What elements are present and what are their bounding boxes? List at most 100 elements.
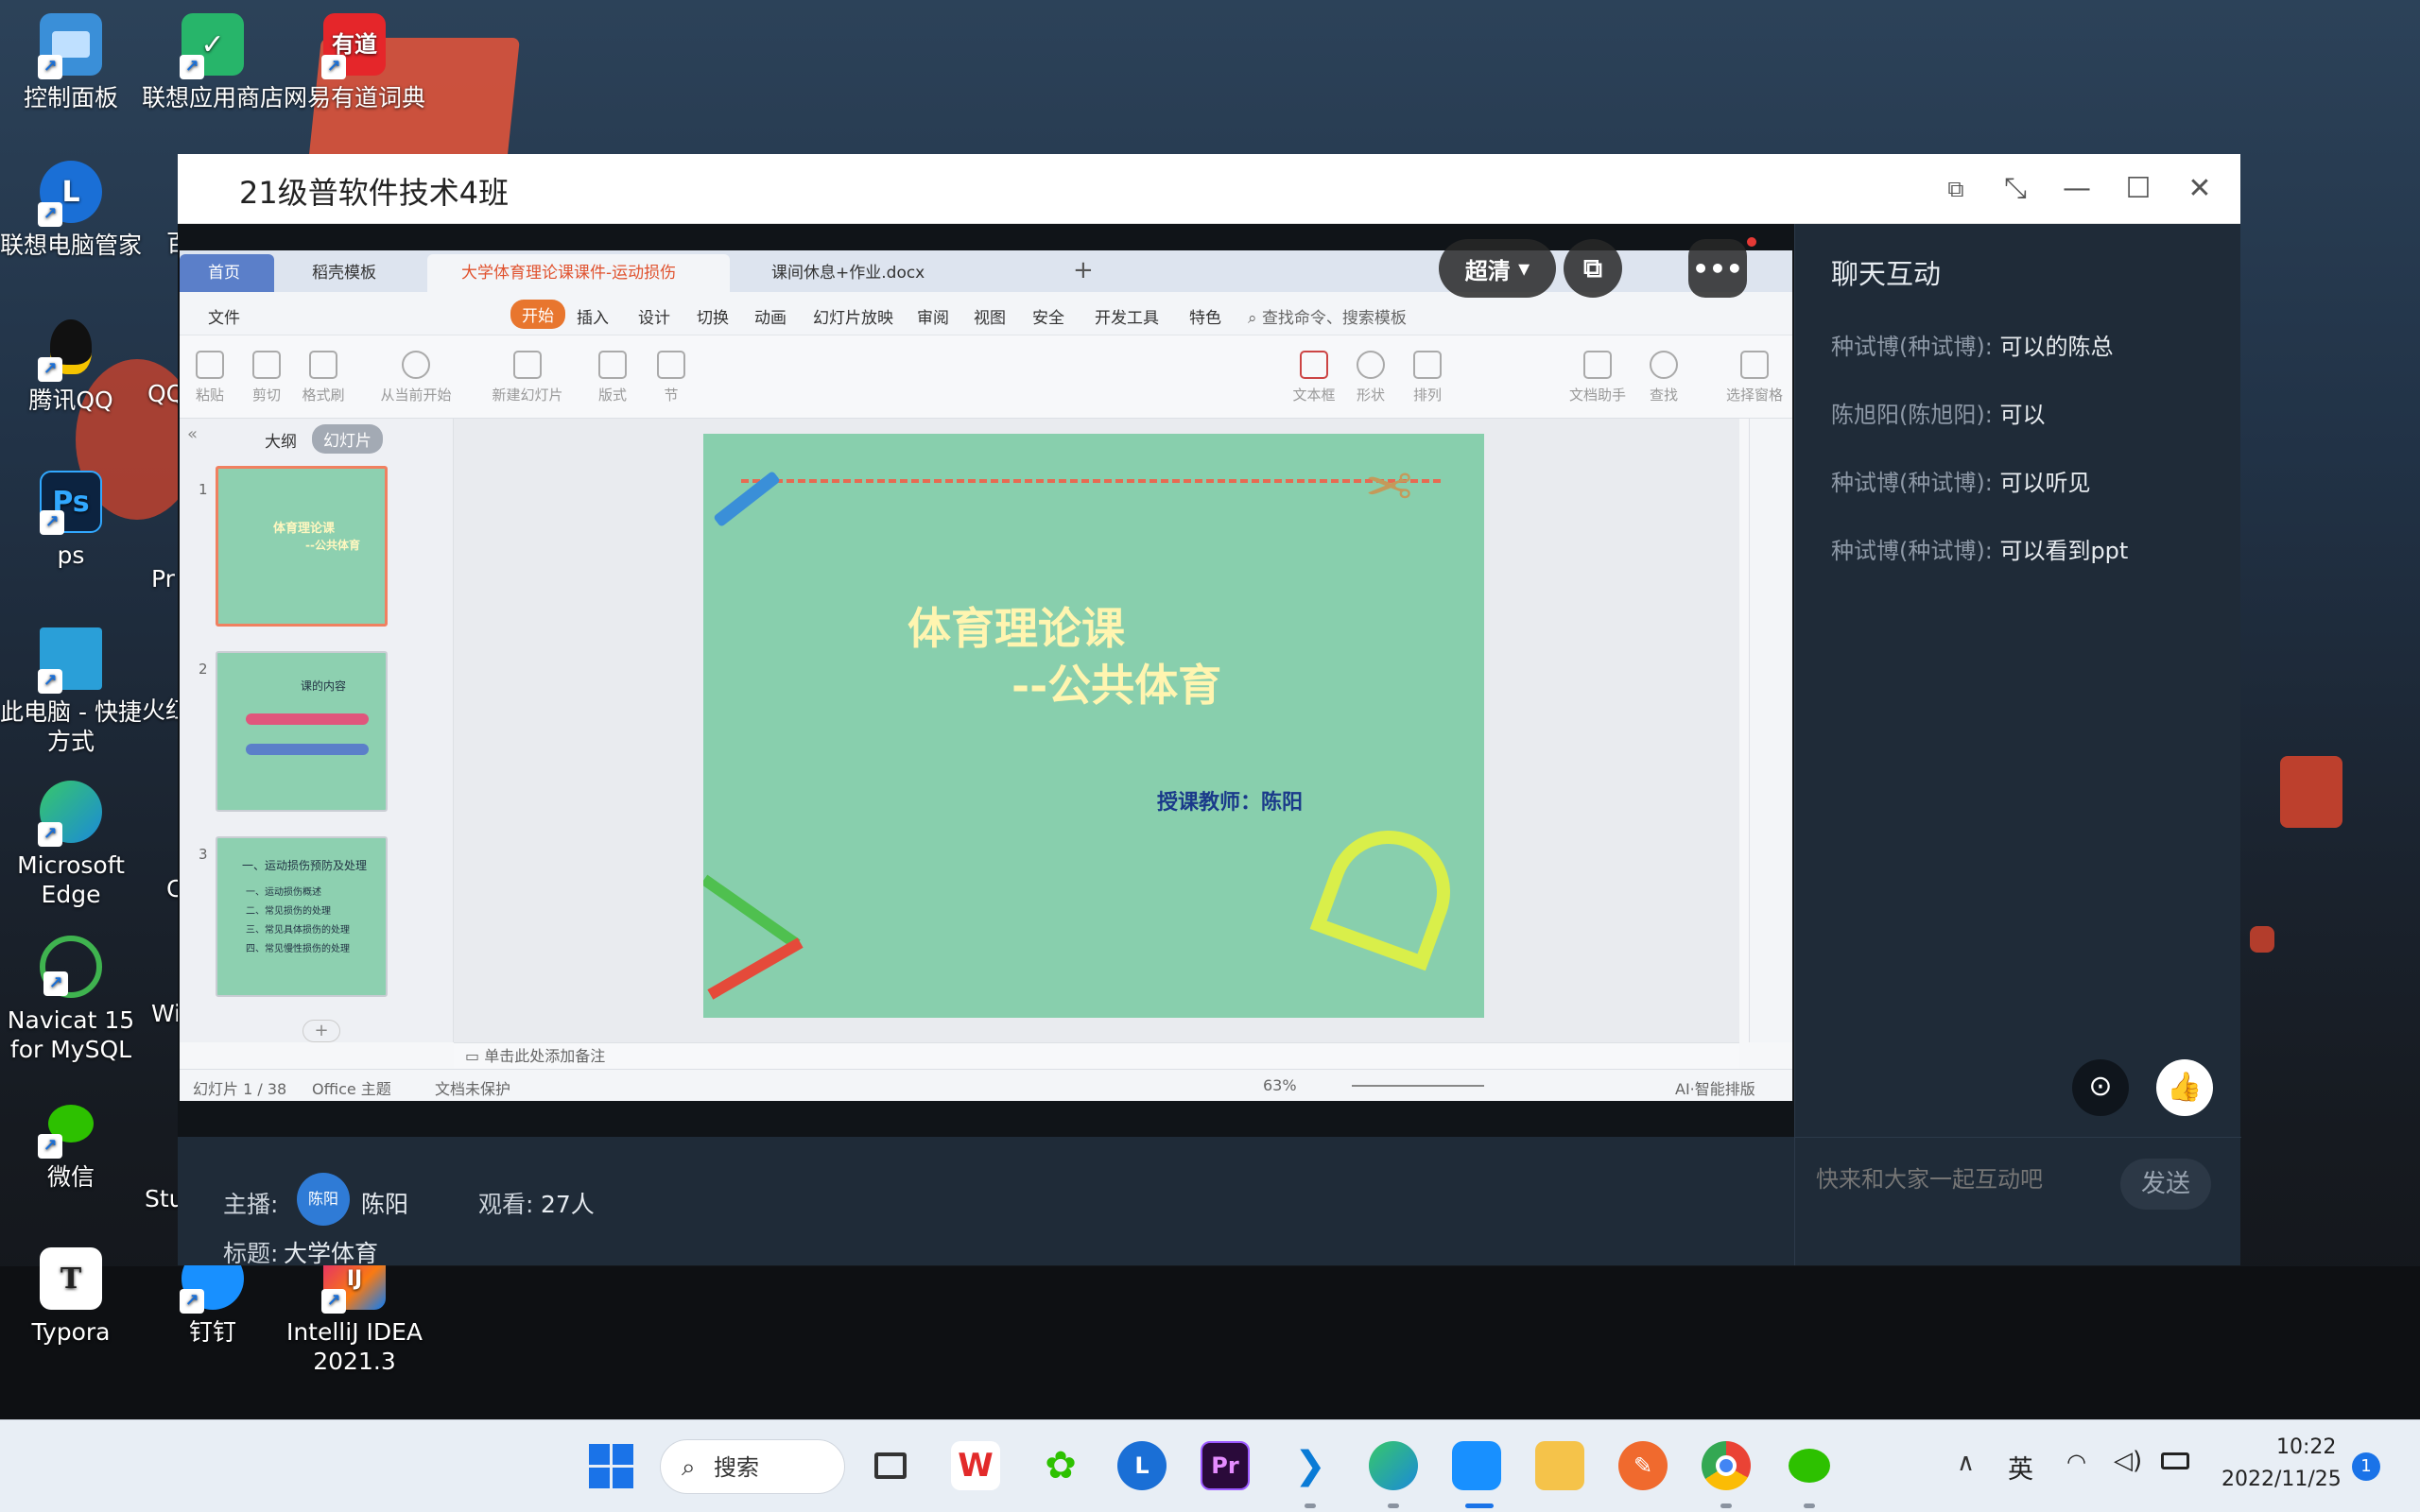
interaction-button[interactable]: ⊙ [2072,1059,2129,1116]
add-slide-button[interactable]: + [302,1020,340,1042]
chat-input[interactable] [1816,1159,2100,1200]
window-titlebar[interactable]: 21级普软件技术4班 ⧉ ⤡ — ☐ ✕ [178,154,2240,224]
ime-indicator[interactable]: 英 [2008,1449,2033,1486]
more-options-button[interactable]: ••• [1688,239,1747,298]
premiere-icon[interactable]: Pr [1201,1441,1250,1490]
ribbon-find[interactable]: 查找 [1635,351,1692,404]
task-view-icon[interactable] [866,1441,915,1490]
desktop-icon-edge[interactable]: ↗ Microsoft Edge [0,781,142,909]
status-ai[interactable]: AI·智能排版 [1675,1076,1755,1099]
ribbon-layout-label: 版式 [597,387,627,404]
wifi-icon[interactable]: ◠ [2066,1449,2086,1475]
tray-chevron-icon[interactable]: ∧ [1957,1449,1975,1477]
wps-tab-doc[interactable]: 课间休息+作业.docx [737,254,1021,292]
wechat-mini-icon[interactable]: ✿ [1036,1441,1085,1490]
file-explorer-icon[interactable] [1535,1441,1584,1490]
ribbon-new-slide-label: 新建幻灯片 [492,387,563,404]
ribbon-doc-assistant[interactable]: 文档助手 [1560,351,1635,404]
desktop-icon-control-panel[interactable]: ↗ 控制面板 [0,13,142,112]
notes-bar[interactable]: ▭ 单击此处添加备注 [454,1042,1739,1069]
popout-icon[interactable]: ⧉ [1938,171,1974,207]
taskbar-search[interactable]: ⌕ 搜索 [660,1439,845,1494]
rotate-screen-button[interactable]: ⧉ [1564,239,1622,298]
ribbon-layout[interactable]: 版式 [584,351,641,404]
desktop-icon-qq[interactable]: ↗ 腾讯QQ [0,316,142,415]
desktop-icon-typora[interactable]: T Typora [0,1247,142,1347]
close-icon[interactable]: ✕ [2182,171,2218,207]
quality-button[interactable]: 超清 ▾ [1439,239,1556,298]
pen-icon[interactable]: ✎ [1618,1441,1668,1490]
menu-start[interactable]: 开始 [510,300,565,329]
ribbon-cut[interactable]: 剪切 [238,351,295,404]
like-button[interactable]: 👍 [2156,1059,2213,1116]
wps-tab-templates[interactable]: 稻壳模板 [278,254,420,292]
ribbon-format-painter[interactable]: 格式刷 [295,351,352,404]
desktop-icon-lenovo-store[interactable]: ✓ ↗ 联想应用商店 [142,13,284,112]
ribbon-shape[interactable]: 形状 [1342,351,1399,404]
add-tab-icon[interactable]: + [1073,256,1094,284]
ribbon-play-current[interactable]: 从当前开始 [369,351,463,404]
menu-review[interactable]: 审阅 [917,304,949,328]
thumb-bar [246,744,369,755]
slide-thumbnail-1[interactable]: 体育理论课 --公共体育 [216,466,388,627]
edge-icon[interactable] [1369,1441,1418,1490]
wps-tab-home[interactable]: 首页 [180,254,274,292]
shrink-icon[interactable]: ⤡ [1997,171,2033,207]
menu-devtools[interactable]: 开发工具 [1095,304,1159,328]
slide-thumbnail-3[interactable]: 一、运动损伤预防及处理 一、运动损伤概述 二、常见损伤的处理 三、常见具体损伤的… [216,836,388,997]
dingtalk-icon[interactable] [1452,1441,1501,1490]
desktop-icon-lenovo-pc-manager[interactable]: L ↗ 联想电脑管家 [0,161,142,260]
ribbon-section[interactable]: 节 [643,351,700,404]
status-protect[interactable]: 文档未保护 [435,1076,510,1099]
menu-view[interactable]: 视图 [974,304,1006,328]
battery-icon[interactable] [2161,1452,2189,1469]
menu-transition[interactable]: 切换 [697,304,729,328]
slide-thumbnail-2[interactable]: 课的内容 [216,651,388,812]
start-icon[interactable] [586,1441,635,1490]
menu-file[interactable]: 文件 [208,304,240,328]
menu-slideshow[interactable]: 幻灯片放映 [813,304,893,328]
wps-icon[interactable]: W [951,1441,1000,1490]
wechat-icon[interactable] [1785,1441,1834,1490]
slide-thumbnail-pane: « 大纲 幻灯片 1 体育理论课 --公共体育 2 课的内容 3 一、运动损伤预… [180,419,454,1042]
collapse-pane-icon[interactable]: « [187,424,198,444]
wps-tab-ppt[interactable]: 大学体育理论课课件-运动损伤 [427,254,730,292]
clock-date[interactable]: 2022/11/25 [2221,1468,2342,1491]
desktop-icon-label: 网易有道词典 [284,84,426,112]
minimize-icon[interactable]: — [2059,171,2095,207]
notification-badge[interactable]: 1 [2352,1452,2380,1481]
pane-tab-outline[interactable]: 大纲 [265,428,297,452]
ribbon-textbox[interactable]: 文本框 [1286,351,1342,404]
chrome-icon[interactable] [1702,1441,1751,1490]
maximize-icon[interactable]: ☐ [2120,171,2156,207]
status-zoom[interactable]: 63% [1263,1076,1297,1094]
menu-security[interactable]: 安全 [1032,304,1064,328]
wps-search[interactable]: ⌕ 查找命令、搜索模板 [1248,304,1407,328]
clock-time[interactable]: 10:22 [2276,1435,2336,1459]
menu-insert[interactable]: 插入 [577,304,609,328]
menu-design[interactable]: 设计 [638,304,670,328]
ribbon-paste[interactable]: 粘贴 [182,351,238,404]
running-indicator [1465,1503,1494,1508]
this-pc-icon: ↗ [38,627,102,694]
desktop-icon-photoshop[interactable]: Ps ↗ ps [0,471,142,570]
ribbon-select-pane[interactable]: 选择窗格 [1720,351,1789,404]
desktop-icon-navicat[interactable]: ↗ Navicat 15 for MySQL [0,936,142,1064]
video-area[interactable]: 首页 稻壳模板 大学体育理论课课件-运动损伤 课间休息+作业.docx + 文件… [178,224,1794,1137]
desktop-icon-wechat[interactable]: ↗ 微信 [0,1092,142,1192]
send-button[interactable]: 发送 [2120,1159,2211,1210]
ribbon-new-slide[interactable]: 新建幻灯片 [480,351,575,404]
ribbon-arrange[interactable]: 排列 [1399,351,1456,404]
menu-animation[interactable]: 动画 [754,304,786,328]
desktop-icon-youdao[interactable]: 有道 ↗ 网易有道词典 [284,13,425,112]
desktop-icon-label-line2: Edge [41,881,101,908]
volume-icon[interactable]: ◁) [2114,1447,2142,1475]
vscode-icon[interactable]: ❯ [1286,1441,1335,1490]
lenovo-icon[interactable]: L [1117,1441,1167,1490]
thumb-bullet: 一、运动损伤概述 [246,887,321,898]
zoom-slider[interactable] [1352,1085,1484,1087]
desktop-icon-this-pc[interactable]: ↗ 此电脑 - 快捷 方式 [0,627,142,756]
ribbon-arrange-label: 排列 [1412,387,1442,404]
menu-special[interactable]: 特色 [1189,304,1221,328]
pane-tab-slides[interactable]: 幻灯片 [312,424,383,454]
